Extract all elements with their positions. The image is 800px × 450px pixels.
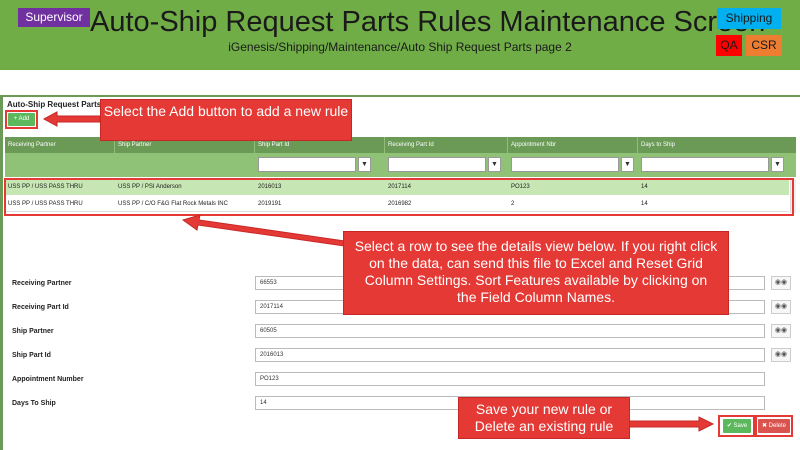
- arrow-to-add: [42, 111, 101, 127]
- slide: Supervisor Auto-Ship Request Parts Rules…: [0, 0, 800, 450]
- arrow-to-save: [627, 416, 715, 432]
- callout-row: Select a row to see the details view bel…: [343, 231, 729, 315]
- callout-arrows: [42, 111, 715, 432]
- callout-save: Save your new rule or Delete an existing…: [458, 397, 630, 439]
- arrow-to-rows: [181, 214, 353, 248]
- callout-add: Select the Add button to add a new rule: [100, 99, 352, 141]
